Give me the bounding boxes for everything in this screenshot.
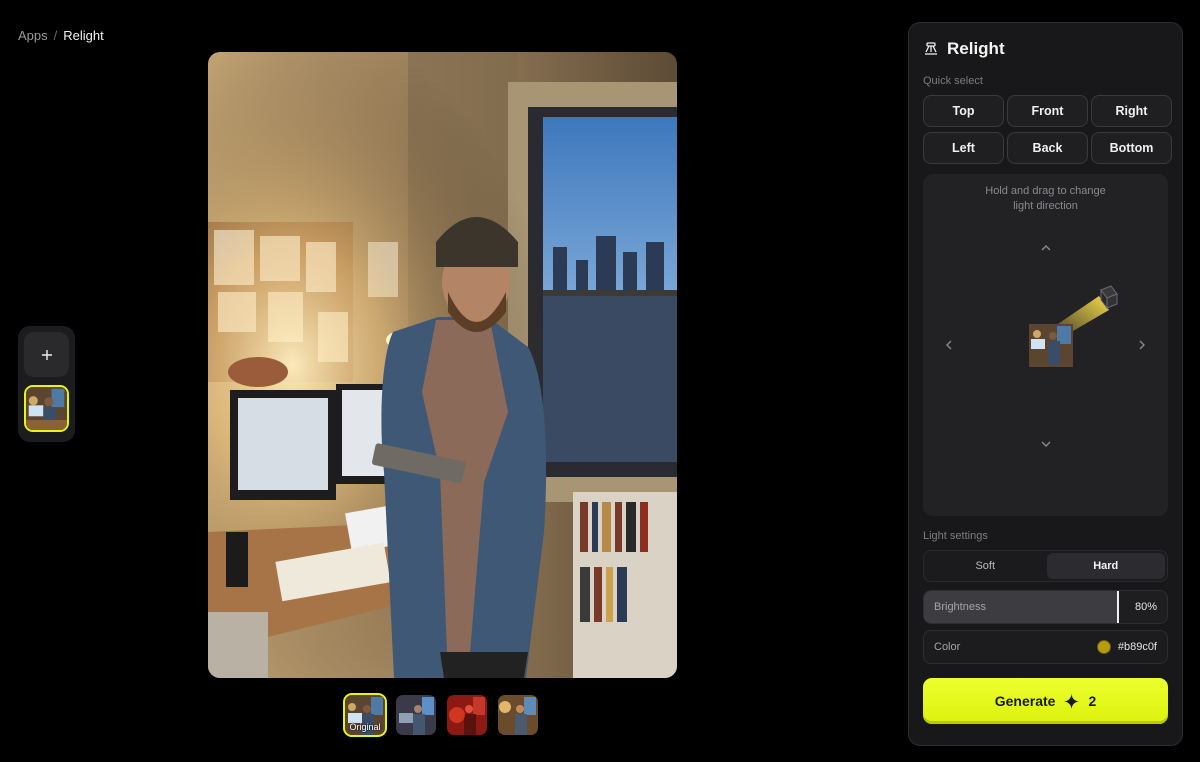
generate-button[interactable]: Generate 2: [923, 678, 1168, 724]
panel-title: Relight: [947, 39, 1005, 58]
breadcrumb: Apps / Relight: [18, 28, 104, 43]
mode-hard-option[interactable]: Hard: [1046, 553, 1165, 579]
drag-hint: Hold and drag to change light direction: [923, 184, 1168, 214]
brightness-label: Brightness: [934, 601, 986, 613]
quick-bottom-button[interactable]: Bottom: [1091, 132, 1172, 164]
light-settings-label: Light settings: [923, 530, 988, 542]
quick-select-grid: Top Front Right Left Back Bottom: [923, 95, 1172, 164]
plus-icon: [41, 349, 52, 360]
quick-top-button[interactable]: Top: [923, 95, 1004, 127]
color-value: #b89c0f: [1117, 641, 1157, 653]
variant-warm[interactable]: [498, 695, 538, 735]
quick-left-button[interactable]: Left: [923, 132, 1004, 164]
sparkle-icon: [1064, 693, 1080, 709]
color-label: Color: [934, 641, 961, 653]
color-swatch[interactable]: [1096, 640, 1111, 654]
breadcrumb-separator: /: [53, 28, 58, 43]
breadcrumb-apps-link[interactable]: Apps: [18, 28, 48, 43]
chevron-right-icon[interactable]: [1138, 338, 1146, 353]
generate-cost: 2: [1088, 693, 1097, 709]
spotlight-icon: [925, 42, 937, 55]
drag-hint-line2: light direction: [1013, 200, 1078, 212]
variant-red[interactable]: [447, 695, 487, 735]
quick-select-label: Quick select: [923, 75, 983, 87]
variant-cool[interactable]: [396, 695, 436, 735]
chevron-up-icon[interactable]: [1041, 240, 1051, 255]
variants-strip: Original: [343, 693, 538, 737]
panel-header: Relight: [923, 37, 1168, 61]
main-image: [208, 52, 677, 678]
drag-hint-line1: Hold and drag to change: [985, 185, 1106, 197]
quick-back-button[interactable]: Back: [1007, 132, 1088, 164]
add-image-button[interactable]: [24, 332, 69, 377]
brightness-value: 80%: [1134, 601, 1157, 613]
brightness-handle[interactable]: [1117, 591, 1120, 623]
rail-image-thumbnail[interactable]: [24, 385, 69, 432]
breadcrumb-current: Relight: [63, 28, 104, 43]
quick-right-button[interactable]: Right: [1091, 95, 1172, 127]
light-preview: [1029, 285, 1118, 367]
mode-soft-option[interactable]: Soft: [926, 553, 1045, 579]
chevron-left-icon[interactable]: [945, 338, 953, 353]
color-picker[interactable]: Color #b89c0f: [923, 630, 1168, 664]
generate-label: Generate: [994, 693, 1056, 709]
light-direction-pad[interactable]: Hold and drag to change light direction: [923, 174, 1168, 516]
variant-original[interactable]: Original: [343, 693, 387, 737]
variant-original-label: Original: [349, 722, 381, 732]
subject-preview-thumbnail: [1029, 324, 1073, 367]
relight-panel: Relight Quick select Top Front Right Lef…: [908, 22, 1183, 746]
brightness-slider[interactable]: Brightness 80%: [923, 590, 1168, 624]
light-mode-toggle: Soft Hard: [923, 550, 1168, 582]
image-rail: [18, 326, 75, 442]
quick-front-button[interactable]: Front: [1007, 95, 1088, 127]
chevron-down-icon[interactable]: [1041, 436, 1051, 451]
